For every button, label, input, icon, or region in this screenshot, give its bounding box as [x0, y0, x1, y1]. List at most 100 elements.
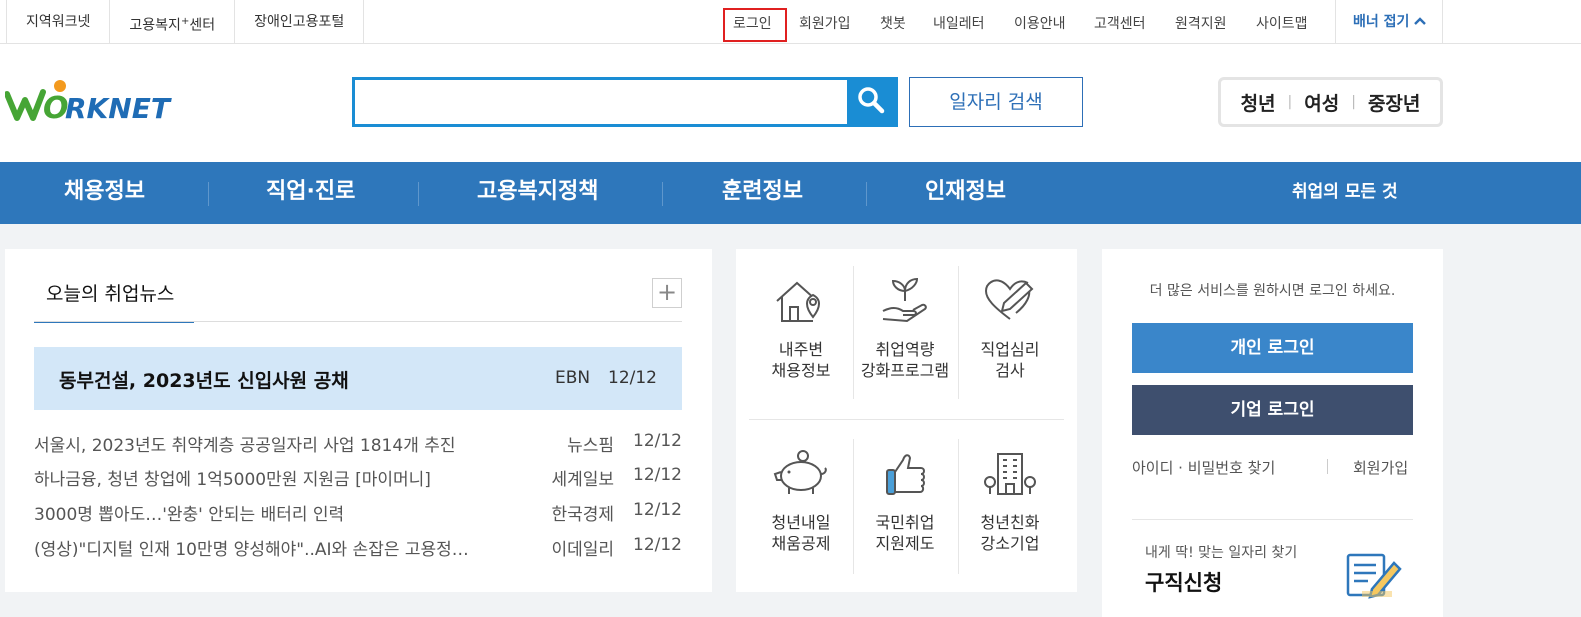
news-title: 하나금융, 청년 창업에 1억5000만원 지원금 [마이머니] [34, 470, 431, 490]
banner-fold-button[interactable]: 배너 접기 [1335, 0, 1443, 44]
sprout-hand-icon [853, 277, 957, 325]
news-title: 서울시, 2023년도 취약계층 공공일자리 사업 1814개 추진 [34, 436, 456, 456]
customer-center-link[interactable]: 고객센터 [1094, 13, 1146, 33]
service-label-line1: 청년친화 [980, 513, 1040, 532]
worknet-logo[interactable]: O RKNET [4, 80, 195, 128]
sitemap-link[interactable]: 사이트맵 [1256, 13, 1308, 33]
top-bar: 지역워크넷 고용복지+센터 장애인고용포털 로그인 회원가입 챗봇 내일레터 이… [0, 0, 1581, 44]
personal-login-button[interactable]: 개인 로그인 [1132, 323, 1413, 373]
news-source: 한국경제 [551, 505, 614, 525]
login-prompt: 더 많은 서비스를 원하시면 로그인 하세요. [1149, 283, 1396, 299]
news-title: 3000명 뽑아도…'완충' 안되는 배터리 인력 [34, 505, 345, 525]
more-news-button[interactable]: + [652, 278, 682, 308]
search-icon [857, 86, 885, 118]
find-account-link[interactable]: 아이디 · 비밀번호 찾기 [1132, 457, 1275, 478]
service-youth-friendly-company[interactable]: 청년친화 강소기업 [958, 450, 1062, 554]
service-national-employment[interactable]: 국민취업 지원제도 [853, 450, 957, 554]
service-psych-test[interactable]: 직업심리 검사 [958, 277, 1062, 381]
service-label-line1: 직업심리 [980, 340, 1040, 359]
search-input[interactable] [355, 80, 848, 124]
news-source: 세계일보 [551, 470, 614, 490]
nav-item-jobs[interactable]: 채용정보 [64, 162, 145, 224]
news-date: 12/12 [633, 535, 682, 555]
service-label-line2: 강소기업 [980, 534, 1040, 553]
chatbot-link[interactable]: 챗봇 [880, 13, 906, 33]
chevron-up-icon [1413, 1, 1427, 45]
service-label-line1: 청년내일 [771, 513, 831, 532]
news-date: 12/12 [633, 500, 682, 520]
news-source: 이데일리 [551, 540, 614, 560]
thumbs-up-icon [853, 450, 957, 498]
tab-today-news[interactable]: 오늘의 취업뉴스 [34, 279, 194, 323]
service-label-line2: 채움공제 [771, 534, 831, 553]
document-pencil-icon [1342, 549, 1404, 603]
news-item[interactable]: 서울시, 2023년도 취약계층 공공일자리 사업 1814개 추진 뉴스핌 1… [34, 431, 682, 457]
apply-job-seeking-link[interactable]: 구직신청 [1145, 567, 1222, 597]
piggy-bank-icon [749, 450, 853, 498]
login-panel: 더 많은 서비스를 원하시면 로그인 하세요. 개인 로그인 기업 로그인 아이… [1102, 249, 1443, 617]
service-label-line2: 강화프로그램 [860, 361, 950, 380]
headline-news-item[interactable]: 동부건설, 2023년도 신입사원 공채 EBN 12/12 [34, 347, 682, 410]
login-highlight-box [723, 8, 787, 42]
nav-item-welfare-policy[interactable]: 고용복지정책 [477, 162, 598, 224]
link-welfare-center[interactable]: 고용복지+센터 [109, 0, 234, 44]
link-youth[interactable]: 청년 [1241, 89, 1276, 116]
letter-link[interactable]: 내일레터 [933, 13, 985, 33]
link-women[interactable]: 여성 [1304, 89, 1339, 116]
news-item[interactable]: (영상)"디지털 인재 10만명 양성해야"..AI와 손잡은 고용정… 이데일… [34, 535, 682, 561]
news-item[interactable]: 하나금융, 청년 창업에 1억5000만원 지원금 [마이머니] 세계일보 12… [34, 465, 682, 491]
search-box [352, 77, 898, 127]
divider [749, 419, 1064, 420]
link-middle-aged[interactable]: 중장년 [1368, 89, 1420, 116]
nav-item-talent[interactable]: 인재정보 [925, 162, 1006, 224]
headline-date: 12/12 [608, 368, 657, 388]
job-search-button[interactable]: 일자리 검색 [909, 77, 1083, 127]
search-button[interactable] [847, 80, 895, 124]
service-label-line1: 내주변 [778, 340, 824, 359]
news-source: 뉴스핌 [567, 436, 614, 456]
news-title: (영상)"디지털 인재 10만명 양성해야"..AI와 손잡은 고용정… [34, 540, 469, 560]
separator: | [1287, 94, 1293, 110]
service-label-line1: 국민취업 [875, 513, 935, 532]
news-date: 12/12 [633, 431, 682, 451]
service-nearby-jobs[interactable]: 내주변 채용정보 [749, 277, 853, 381]
header: O RKNET 일자리 검색 청년 | 여성 | 중장년 [0, 44, 1581, 162]
headline-source: EBN [555, 368, 591, 388]
service-label-line2: 채용정보 [771, 361, 831, 380]
service-employment-skills[interactable]: 취업역량 강화프로그램 [853, 277, 957, 381]
building-icon [958, 450, 1062, 498]
signup-link[interactable]: 회원가입 [799, 13, 851, 33]
family-site-links: 지역워크넷 고용복지+센터 장애인고용포털 [6, 0, 365, 44]
separator: | [1351, 94, 1356, 110]
company-login-button[interactable]: 기업 로그인 [1132, 385, 1413, 435]
target-group-links: 청년 | 여성 | 중장년 [1218, 77, 1443, 127]
main-nav: 채용정보 직업·진로 고용복지정책 훈련정보 인재정보 취업의 모든 것 [0, 162, 1581, 224]
nav-divider [418, 182, 419, 206]
news-panel: 오늘의 취업뉴스 + 동부건설, 2023년도 신입사원 공채 EBN 12/1… [5, 249, 712, 592]
divider [34, 321, 682, 322]
separator [1327, 459, 1328, 474]
service-label-line2: 검사 [995, 361, 1025, 380]
service-label-line1: 취업역량 [875, 340, 935, 359]
news-item[interactable]: 3000명 뽑아도…'완충' 안되는 배터리 인력 한국경제 12/12 [34, 500, 682, 526]
link-regional-worknet[interactable]: 지역워크넷 [6, 0, 109, 44]
service-label-line2: 지원제도 [875, 534, 935, 553]
house-pin-icon [749, 277, 853, 325]
heart-pencil-icon [958, 277, 1062, 325]
join-link[interactable]: 회원가입 [1353, 457, 1408, 478]
welfare-center-suffix: 센터 [189, 17, 216, 34]
banner-fold-label: 배너 접기 [1353, 14, 1410, 30]
nav-item-career[interactable]: 직업·진로 [266, 162, 355, 224]
services-panel: 내주변 채용정보 취업역량 강화프로그램 직업심리 검사 청년내일 채움공제 국… [736, 249, 1077, 592]
link-disability-portal[interactable]: 장애인고용포털 [234, 0, 365, 44]
nav-all-about-jobs[interactable]: 취업의 모든 것 [1292, 162, 1398, 224]
svg-text:RKNET: RKNET [65, 92, 172, 125]
guide-link[interactable]: 이용안내 [1014, 13, 1066, 33]
headline-title: 동부건설, 2023년도 신입사원 공채 [59, 370, 349, 392]
news-date: 12/12 [633, 465, 682, 485]
nav-item-training[interactable]: 훈련정보 [722, 162, 803, 224]
nav-divider [662, 182, 663, 206]
divider [1132, 519, 1413, 520]
remote-support-link[interactable]: 원격지원 [1175, 13, 1227, 33]
service-youth-savings[interactable]: 청년내일 채움공제 [749, 450, 853, 554]
